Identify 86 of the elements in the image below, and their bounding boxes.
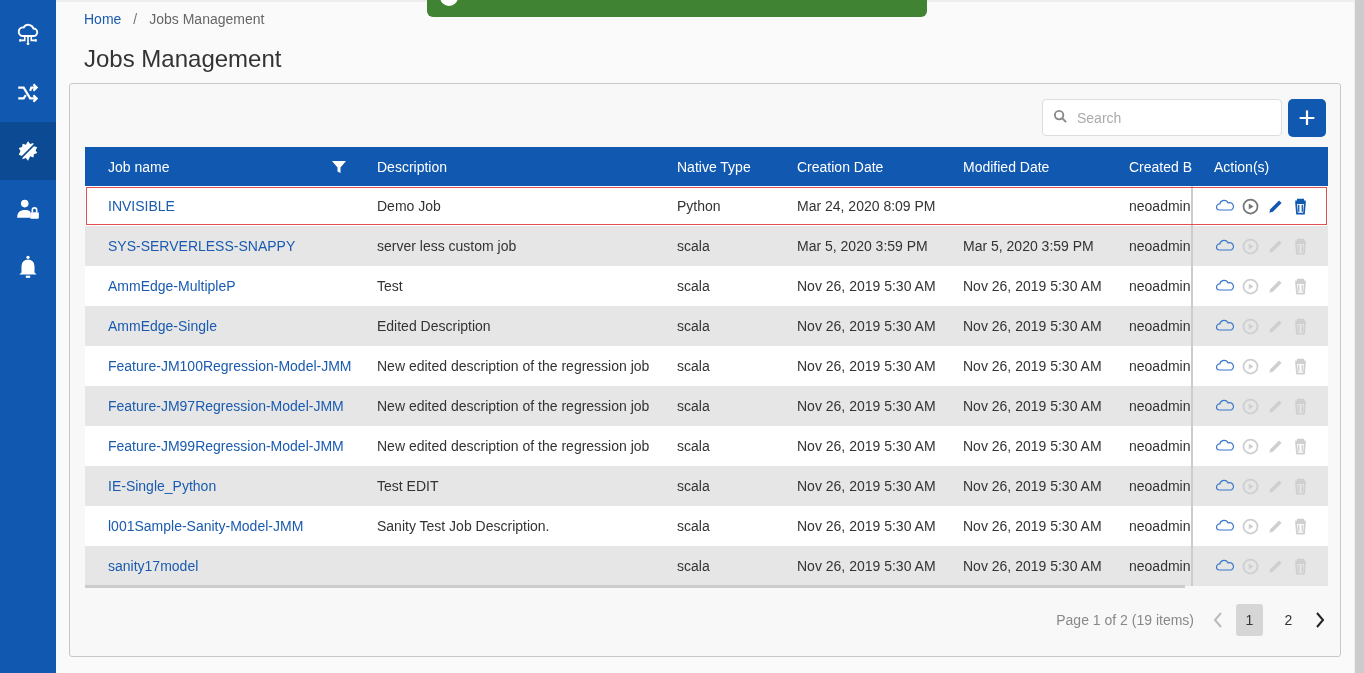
table-cell: scala [677, 238, 710, 254]
sidebar-item[interactable] [0, 122, 56, 180]
breadcrumb-current: Jobs Management [149, 11, 265, 29]
cloud-network-icon [15, 22, 41, 48]
table-cell: scala [677, 518, 710, 534]
add-button[interactable]: + [1288, 99, 1326, 137]
table-cell: Test [377, 278, 403, 294]
table-cell: neoadmin [1129, 318, 1191, 334]
job-name-link[interactable]: sanity17model [108, 558, 199, 574]
table-cell: Mar 24, 2020 8:09 PM [797, 198, 936, 214]
table-cell: New edited description of the regression job [377, 358, 650, 374]
breadcrumb-link[interactable]: Home [84, 11, 122, 35]
table-cell: Nov 26, 2019 5:30 AM [963, 558, 1102, 574]
table-cell: neoadmin [1129, 518, 1191, 534]
table-cell: neoadmin [1129, 558, 1191, 574]
table-cell: Nov 26, 2019 5:30 AM [797, 478, 936, 494]
table-cell: Nov 26, 2019 5:30 AM [797, 278, 936, 294]
table-row[interactable]: INVISIBLE Demo Job Python Mar 24, 2020 8:09 PM neoadmin [85, 186, 1328, 226]
job-name-link[interactable]: Feature-JM100Regression-Model-JMM [108, 358, 352, 374]
table-cell: neoadmin [1129, 398, 1191, 414]
table-cell: neoadmin [1129, 478, 1191, 494]
job-name-link[interactable]: l001Sample-Sanity-Model-JMM [108, 518, 304, 534]
table-row[interactable]: IE-Single_Python Test EDIT scala Nov 26, 2019 5:30 AM Nov 26, 2019 5:30 AM neoadmin [85, 466, 1328, 506]
table-cell: scala [677, 558, 710, 574]
page-button[interactable]: 1 [1236, 604, 1263, 636]
table-cell: scala [677, 438, 710, 454]
table-cell: Nov 26, 2019 5:30 AM [797, 318, 936, 334]
table-cell: neoadmin [1129, 198, 1191, 214]
chevron-right-icon[interactable] [1314, 610, 1326, 630]
filter-icon[interactable] [332, 159, 346, 174]
table-row[interactable]: AmmEdge-MultipleP Test scala Nov 26, 2019 5:30 AM Nov 26, 2019 5:30 AM neoadmin [85, 266, 1328, 306]
table-cell: New edited description of the regression job [377, 398, 650, 414]
job-name-link[interactable]: AmmEdge-MultipleP [108, 278, 236, 294]
vertical-scrollbar[interactable] [1354, 0, 1364, 673]
table-cell: Edited Description [377, 318, 491, 334]
page-title: Jobs Management [84, 45, 283, 74]
column-header[interactable]: Action(s) [1214, 158, 1270, 175]
table-cell: Nov 26, 2019 5:30 AM [963, 438, 1102, 454]
table-cell: server less custom job [377, 238, 517, 254]
table-row[interactable]: Feature-JM99Regression-Model-JMM New edited description of the regression job scala Nov 26, 2019 5:30 AM Nov 26, 2019 5:30 AM neoadmin [85, 426, 1328, 466]
table-cell: neoadmin [1129, 278, 1191, 294]
table-row[interactable]: SYS-SERVERLESS-SNAPPY server less custom job scala Mar 5, 2020 3:59 PM Mar 5, 2020 3:59 PM neoadmin [85, 226, 1328, 266]
table-row[interactable]: l001Sample-Sanity-Model-JMM Sanity Test Job Description. scala Nov 26, 2019 5:30 AM Nov 26, 2019 5:30 AM neoadmin [85, 506, 1328, 546]
table-cell: scala [677, 398, 710, 414]
table-cell: scala [677, 278, 710, 294]
table-cell: Nov 26, 2019 5:30 AM [963, 318, 1102, 334]
table-cell: Nov 26, 2019 5:30 AM [963, 478, 1102, 494]
table-row[interactable]: AmmEdge-Single Edited Description scala Nov 26, 2019 5:30 AM Nov 26, 2019 5:30 AM neoadmin [85, 306, 1328, 346]
table-cell: Nov 26, 2019 5:30 AM [963, 358, 1102, 374]
job-name-link[interactable]: INVISIBLE [108, 198, 175, 214]
table-cell: New edited description of the regression job [377, 438, 650, 454]
job-name-link[interactable]: IE-Single_Python [108, 478, 217, 494]
table-cell: Mar 5, 2020 3:59 PM [797, 238, 928, 254]
table-cell: Sanity Test Job Description. [377, 518, 550, 534]
table-cell: Nov 26, 2019 5:30 AM [797, 438, 936, 454]
pagination-summary: Page 1 of 2 (19 items) [1056, 612, 1194, 628]
table-cell: Nov 26, 2019 5:30 AM [797, 518, 936, 534]
table-cell: neoadmin [1129, 358, 1191, 374]
table-row[interactable]: Feature-JM100Regression-Model-JMM New edited description of the regression job scala Nov 26, 2019 5:30 AM Nov 26, 2019 5:30 AM neoadmin [85, 346, 1328, 386]
table-cell: Python [677, 198, 721, 214]
column-header[interactable]: Description [377, 158, 448, 175]
table-cell: scala [677, 478, 710, 494]
table-cell: neoadmin [1129, 438, 1191, 454]
page-button[interactable]: 2 [1275, 604, 1302, 636]
table-cell: Nov 26, 2019 5:30 AM [963, 518, 1102, 534]
search-icon [1053, 109, 1068, 124]
table-cell: Nov 26, 2019 5:30 AM [797, 358, 936, 374]
table-cell: neoadmin [1129, 238, 1191, 254]
table-cell: Nov 26, 2019 5:30 AM [797, 398, 936, 414]
table-row[interactable]: sanity17model scala Nov 26, 2019 5:30 AM Nov 26, 2019 5:30 AM neoadmin [85, 546, 1328, 586]
table-cell: Demo Job [377, 198, 441, 214]
table-cell: scala [677, 318, 710, 334]
table-cell: Nov 26, 2019 5:30 AM [963, 278, 1102, 294]
chevron-left-icon[interactable] [1212, 610, 1224, 630]
breadcrumb-separator: / [133, 11, 138, 29]
table-cell: Mar 5, 2020 3:59 PM [963, 238, 1094, 254]
table-cell: scala [677, 358, 710, 374]
job-name-link[interactable]: Feature-JM99Regression-Model-JMM [108, 438, 344, 454]
job-name-link[interactable]: SYS-SERVERLESS-SNAPPY [108, 238, 296, 254]
job-name-link[interactable]: Feature-JM97Regression-Model-JMM [108, 398, 344, 414]
table-row[interactable]: Feature-JM97Regression-Model-JMM New edited description of the regression job scala Nov 26, 2019 5:30 AM Nov 26, 2019 5:30 AM neoadmin [85, 386, 1328, 426]
search-field[interactable]: Search [1042, 99, 1282, 136]
job-name-link[interactable]: AmmEdge-Single [108, 318, 217, 334]
table-cell: Nov 26, 2019 5:30 AM [797, 558, 936, 574]
table-cell: Test EDIT [377, 478, 439, 494]
table-cell: Nov 26, 2019 5:30 AM [963, 398, 1102, 414]
